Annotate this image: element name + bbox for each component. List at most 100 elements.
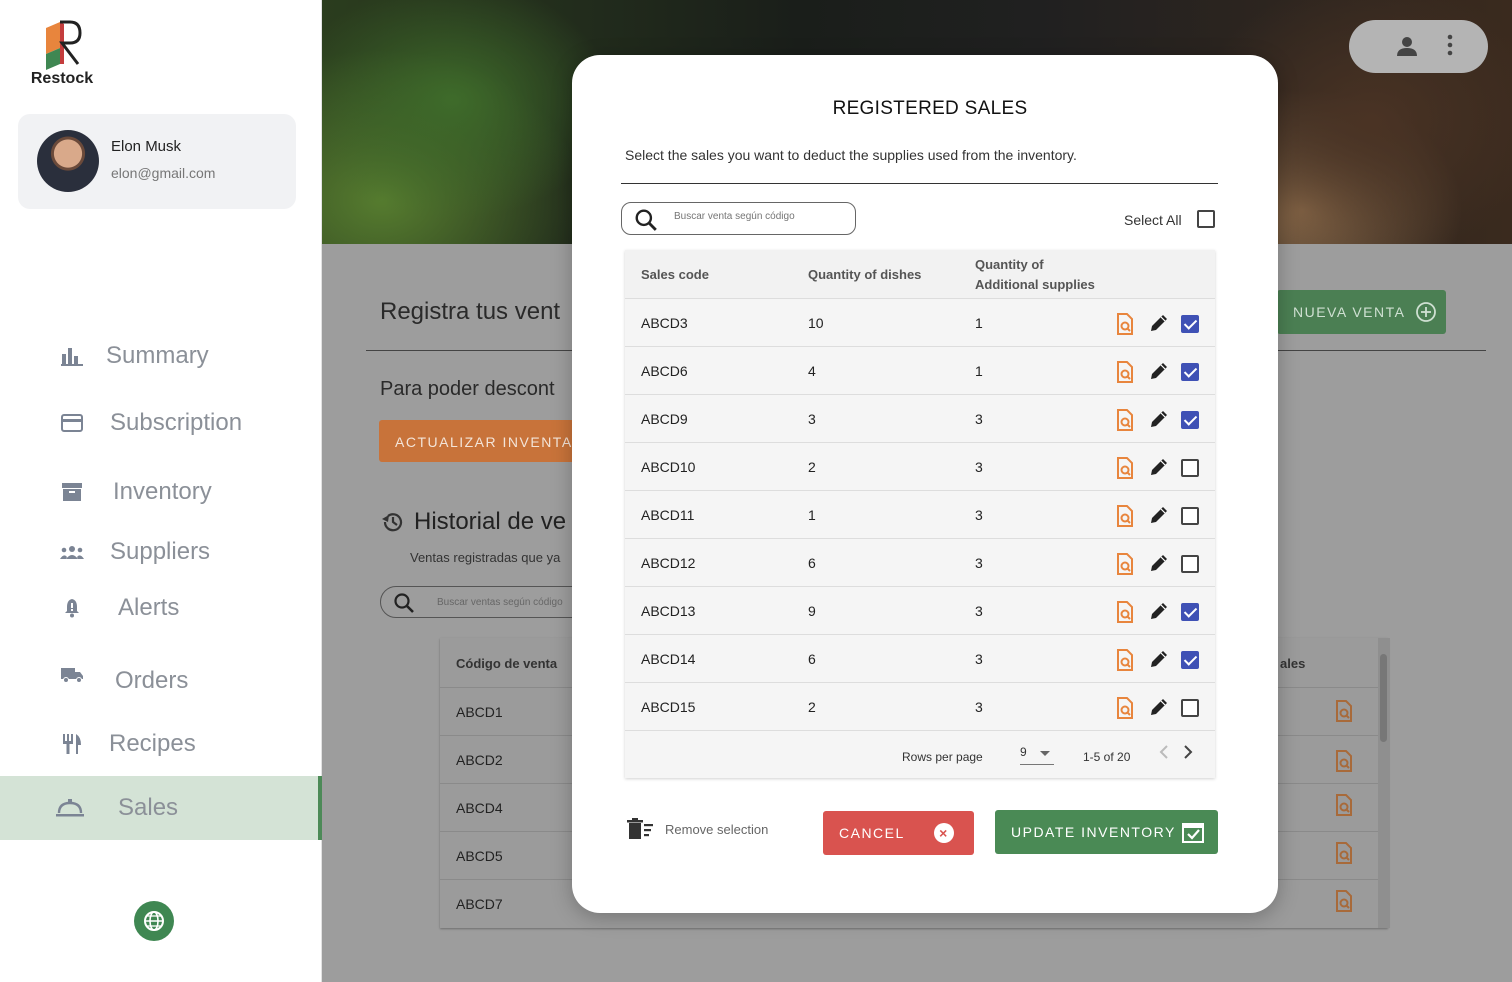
dropdown-arrow-icon	[1040, 751, 1050, 756]
document-search-icon[interactable]	[1334, 842, 1354, 864]
sidebar-item-label: Inventory	[113, 478, 212, 505]
sidebar-item-label: Summary	[106, 342, 209, 369]
calendar-check-icon	[1182, 823, 1204, 843]
cell-sales-code: ABCD6	[641, 363, 688, 379]
sidebar-item-sales[interactable]: Sales	[0, 776, 322, 840]
sidebar-item-summary[interactable]: Summary	[0, 328, 322, 384]
view-detail-icon[interactable]	[1115, 313, 1135, 338]
sidebar: Restock Elon Musk elon@gmail.com Summary…	[0, 0, 322, 982]
more-vert-icon[interactable]	[1446, 34, 1454, 56]
document-search-icon[interactable]	[1334, 890, 1354, 912]
row-checkbox[interactable]	[1181, 315, 1199, 333]
row-checkbox[interactable]	[1181, 603, 1199, 621]
next-page-icon[interactable]	[1182, 744, 1194, 760]
credit-card-icon	[60, 411, 84, 435]
sidebar-item-alerts[interactable]: Alerts	[0, 580, 322, 636]
edit-pencil-icon[interactable]	[1149, 601, 1169, 624]
close-circle-icon: ×	[934, 823, 954, 843]
document-search-icon[interactable]	[1334, 750, 1354, 772]
language-button[interactable]	[134, 901, 174, 941]
row-checkbox[interactable]	[1181, 459, 1199, 477]
table-row[interactable]: ABCD14 6 3	[625, 634, 1215, 682]
cell-code: ABCD5	[456, 847, 503, 864]
table-header: Sales code Quantity of dishes Quantity o…	[625, 250, 1215, 298]
cell-dishes: 1	[808, 507, 816, 523]
cell-sales-code: ABCD10	[641, 459, 696, 475]
row-actions	[1115, 601, 1205, 623]
row-checkbox[interactable]	[1181, 555, 1199, 573]
prev-page-icon[interactable]	[1158, 744, 1170, 760]
bg-table-scrollbar[interactable]	[1378, 638, 1390, 928]
select-all-label: Select All	[1124, 212, 1182, 228]
view-detail-icon[interactable]	[1115, 649, 1135, 674]
sidebar-item-suppliers[interactable]: Suppliers	[0, 524, 322, 580]
scrollbar-thumb[interactable]	[1380, 654, 1387, 742]
document-search-icon[interactable]	[1334, 794, 1354, 816]
profile-email: elon@gmail.com	[111, 165, 216, 181]
sidebar-item-orders[interactable]: Orders	[0, 653, 322, 709]
profile-card[interactable]: Elon Musk elon@gmail.com	[18, 114, 296, 209]
cell-dishes: 3	[808, 411, 816, 427]
view-detail-icon[interactable]	[1115, 409, 1135, 434]
brand-name: Restock	[30, 70, 94, 87]
row-checkbox[interactable]	[1181, 507, 1199, 525]
edit-pencil-icon[interactable]	[1149, 505, 1169, 528]
update-inventory-button[interactable]: UPDATE INVENTORY	[995, 810, 1218, 854]
edit-pencil-icon[interactable]	[1149, 697, 1169, 720]
cell-dishes: 9	[808, 603, 816, 619]
edit-pencil-icon[interactable]	[1149, 361, 1169, 384]
table-row[interactable]: ABCD3 10 1	[625, 298, 1215, 346]
table-row[interactable]: ABCD15 2 3	[625, 682, 1215, 730]
sales-search-field[interactable]	[621, 202, 856, 235]
cell-supplies: 1	[975, 315, 983, 331]
edit-pencil-icon[interactable]	[1149, 313, 1169, 336]
avatar	[37, 130, 99, 192]
edit-pencil-icon[interactable]	[1149, 457, 1169, 480]
row-checkbox[interactable]	[1181, 411, 1199, 429]
bg-search-input[interactable]: Buscar ventas según código	[380, 586, 590, 618]
cell-code: ABCD1	[456, 703, 503, 720]
view-detail-icon[interactable]	[1115, 361, 1135, 386]
sidebar-item-inventory[interactable]: Inventory	[0, 464, 322, 520]
cell-supplies: 3	[975, 459, 983, 475]
edit-pencil-icon[interactable]	[1149, 409, 1169, 432]
add-circle-icon	[1416, 302, 1437, 322]
remove-selection-button[interactable]: Remove selection	[627, 818, 768, 840]
rows-per-page-select[interactable]: 9	[1020, 743, 1054, 765]
view-detail-icon[interactable]	[1115, 457, 1135, 482]
cell-dishes: 2	[808, 459, 816, 475]
edit-pencil-icon[interactable]	[1149, 553, 1169, 576]
sales-search-input[interactable]	[674, 211, 844, 222]
table-row[interactable]: ABCD10 2 3	[625, 442, 1215, 490]
select-all-checkbox[interactable]	[1197, 210, 1215, 228]
sidebar-item-subscription[interactable]: Subscription	[0, 395, 322, 451]
view-detail-icon[interactable]	[1115, 553, 1135, 578]
table-row[interactable]: ABCD9 3 3	[625, 394, 1215, 442]
cell-supplies: 3	[975, 651, 983, 667]
view-detail-icon[interactable]	[1115, 697, 1135, 722]
update-inventory-bg-button[interactable]: ACTUALIZAR INVENTARIO	[379, 420, 589, 462]
sidebar-item-label: Subscription	[110, 409, 243, 436]
row-checkbox[interactable]	[1181, 363, 1199, 381]
table-row[interactable]: ABCD6 4 1	[625, 346, 1215, 394]
brand-logo[interactable]: Restock	[22, 18, 102, 88]
table-pagination: Rows per page 9 1-5 of 20	[625, 730, 1215, 778]
new-sale-button[interactable]: NUEVA VENTA	[1277, 290, 1446, 334]
table-row[interactable]: ABCD13 9 3	[625, 586, 1215, 634]
edit-pencil-icon[interactable]	[1149, 649, 1169, 672]
document-search-icon[interactable]	[1334, 700, 1354, 722]
group-icon	[60, 540, 84, 564]
row-checkbox[interactable]	[1181, 699, 1199, 717]
registered-sales-dialog: REGISTERED SALES Select the sales you wa…	[572, 55, 1278, 913]
cancel-button[interactable]: CANCEL ×	[823, 811, 974, 855]
app: Restock Elon Musk elon@gmail.com Summary…	[0, 0, 1512, 982]
sidebar-item-recipes[interactable]: Recipes	[0, 716, 322, 772]
bell-icon	[60, 596, 84, 620]
row-checkbox[interactable]	[1181, 651, 1199, 669]
archive-icon	[60, 480, 84, 504]
view-detail-icon[interactable]	[1115, 505, 1135, 530]
table-row[interactable]: ABCD12 6 3	[625, 538, 1215, 586]
view-detail-icon[interactable]	[1115, 601, 1135, 626]
table-row[interactable]: ABCD11 1 3	[625, 490, 1215, 538]
account-icon[interactable]	[1396, 35, 1418, 57]
